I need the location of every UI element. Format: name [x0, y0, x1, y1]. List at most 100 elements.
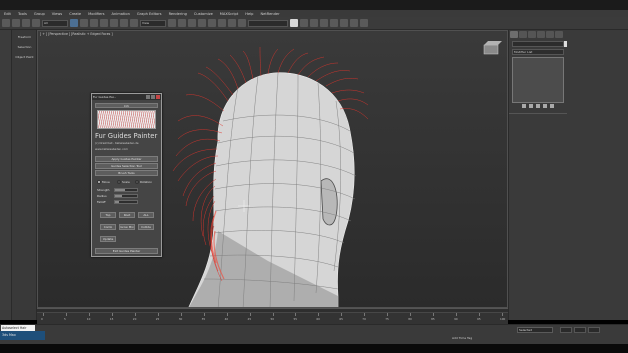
info-rollout-header[interactable]: Info [95, 103, 158, 108]
curve-editor-icon[interactable] [310, 19, 318, 27]
modifier-stack[interactable] [512, 57, 564, 103]
menu-animation[interactable]: Animation [112, 12, 130, 16]
menu-edit[interactable]: Edit [4, 12, 11, 16]
timeline-tick-label: 40 [224, 317, 229, 321]
menu-rendering[interactable]: Rendering [169, 12, 187, 16]
create-tab-icon[interactable] [510, 31, 518, 38]
mirror-icon[interactable] [228, 19, 236, 27]
exit-guides-painter-button[interactable]: Exit Guides Painter [95, 248, 158, 254]
timeline-tick [226, 313, 228, 316]
maximize-icon[interactable] [151, 95, 155, 99]
modify-tab-icon[interactable] [519, 31, 527, 38]
object-color-swatch[interactable] [564, 41, 567, 47]
display-tab-icon[interactable] [546, 31, 554, 38]
selection-tab[interactable]: Selection [14, 44, 35, 51]
all-button[interactable]: ALL [138, 212, 154, 218]
radius-slider[interactable] [114, 194, 138, 198]
move-radio[interactable] [97, 180, 101, 184]
menu-maxscript[interactable]: MAXScript [220, 12, 238, 16]
select-object-icon[interactable] [70, 19, 78, 27]
pin-stack-icon[interactable] [522, 104, 526, 108]
frame-field[interactable] [574, 327, 586, 333]
snap-icon[interactable] [178, 19, 186, 27]
menu-tools[interactable]: Tools [18, 12, 27, 16]
menu-customize[interactable]: Customize [194, 12, 213, 16]
named-selection-set-field[interactable] [248, 19, 288, 27]
spinner-snap-icon[interactable] [208, 19, 216, 27]
top-button[interactable]: Top [100, 212, 116, 218]
update-button[interactable]: Update [100, 236, 116, 242]
falloff-slider[interactable] [114, 200, 138, 204]
motion-tab-icon[interactable] [537, 31, 545, 38]
strength-slider[interactable] [114, 188, 138, 192]
menu-help[interactable]: Help [245, 12, 253, 16]
plugin-title-bar[interactable]: Fur Guides Pai... [92, 94, 161, 100]
brush-tools-rollout[interactable]: Brush Tools [95, 170, 158, 176]
freeform-tab[interactable]: Freeform [14, 34, 35, 41]
selection-filter-dropdown[interactable]: All [42, 19, 68, 27]
rotate-icon[interactable] [120, 19, 128, 27]
timeline-tick [203, 313, 205, 316]
render-production-icon[interactable] [360, 19, 368, 27]
track-bar[interactable]: 0 5 10 15 20 25 30 35 40 45 50 55 60 65 70 75 80 85 90 95 10… [37, 312, 508, 324]
taskbar-item-1[interactable]: 3ds Max [2, 331, 16, 340]
angle-snap-icon[interactable] [188, 19, 196, 27]
percent-snap-icon[interactable] [198, 19, 206, 27]
menu-graph-editors[interactable]: Graph Editors [137, 12, 162, 16]
select-by-name-icon[interactable] [80, 19, 88, 27]
undo-icon[interactable] [2, 19, 10, 27]
close-icon[interactable] [156, 95, 160, 99]
rotation-radio[interactable] [135, 180, 139, 184]
rectangle-selection-icon[interactable] [90, 19, 98, 27]
menu-modifiers[interactable]: Modifiers [88, 12, 104, 16]
object-paint-tab[interactable]: Object Paint [14, 54, 35, 61]
reference-coordinate-dropdown[interactable]: View [140, 19, 166, 27]
root-button[interactable]: Root [119, 212, 135, 218]
plugin-url[interactable]: www.kallwiesbaden.com [95, 147, 160, 151]
link-icon[interactable] [22, 19, 30, 27]
menu-create[interactable]: Create [69, 12, 81, 16]
material-editor-icon[interactable] [330, 19, 338, 27]
pivot-icon[interactable] [168, 19, 176, 27]
redo-icon[interactable] [12, 19, 20, 27]
graphite-toggle-icon[interactable] [300, 19, 308, 27]
rendered-frame-icon[interactable] [350, 19, 358, 27]
move-icon[interactable] [110, 19, 118, 27]
menu-views[interactable]: Views [52, 12, 62, 16]
plugin-logo-image [97, 110, 156, 129]
comb-button[interactable]: Comb [100, 224, 116, 230]
menu-netrender[interactable]: NetRender [260, 12, 279, 16]
render-setup-icon[interactable] [340, 19, 348, 27]
guides-selection-tool-button[interactable]: Guides Selection Tool [95, 163, 158, 169]
modifier-list-dropdown[interactable]: Modifier List [512, 49, 564, 55]
key-filters-field[interactable] [560, 327, 572, 333]
align-icon[interactable] [238, 19, 246, 27]
window-crossing-icon[interactable] [100, 19, 108, 27]
layer-manager-icon[interactable] [290, 19, 298, 27]
add-time-tag[interactable]: Add Time Tag [452, 336, 472, 340]
schematic-view-icon[interactable] [320, 19, 328, 27]
menu-bar: Edit Tools Group Views Create Modifiers … [0, 10, 628, 17]
menu-group[interactable]: Group [34, 12, 45, 16]
apply-guides-painter-button[interactable]: Apply Guides Painter [95, 156, 158, 162]
remove-modifier-icon[interactable] [543, 104, 547, 108]
time-config-field[interactable] [588, 327, 600, 333]
show-end-result-icon[interactable] [529, 104, 533, 108]
timeline-tick-label: 100 [500, 317, 506, 321]
selection-set-dropdown[interactable]: Selected [517, 327, 553, 333]
object-name-field[interactable] [512, 41, 564, 47]
utilities-tab-icon[interactable] [555, 31, 563, 38]
scale-radio[interactable] [117, 180, 121, 184]
unlink-icon[interactable] [32, 19, 40, 27]
perspective-viewport[interactable]: [ + ] [Perspective ] [Realistic + Edged … [37, 30, 508, 308]
configure-sets-icon[interactable] [550, 104, 554, 108]
hierarchy-tab-icon[interactable] [528, 31, 536, 38]
named-selection-icon[interactable] [218, 19, 226, 27]
timeline-tick-label: 50 [270, 317, 275, 321]
minimize-icon[interactable] [146, 95, 150, 99]
grow-mix-button[interactable]: Grow Mix [119, 224, 135, 230]
collide-button[interactable]: Collide [138, 224, 154, 230]
scale-icon[interactable] [130, 19, 138, 27]
make-unique-icon[interactable] [536, 104, 540, 108]
main-toolbar: All View [0, 17, 628, 30]
